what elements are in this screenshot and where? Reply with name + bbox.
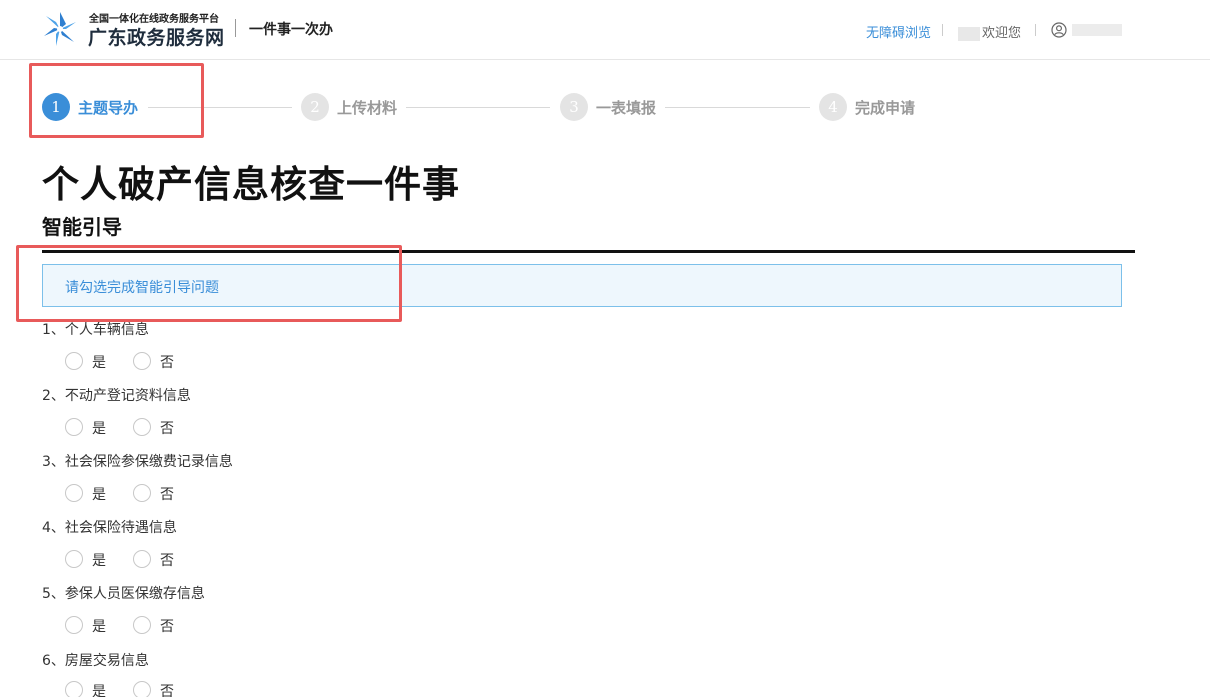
- step-number: 3: [560, 93, 588, 121]
- site-name[interactable]: 广东政务服务网: [88, 23, 225, 50]
- question-label: 6、房屋交易信息: [42, 653, 149, 669]
- question-item: 4、社会保险待遇信息 是 否: [42, 517, 642, 577]
- highlight-box: [16, 245, 402, 322]
- radio-button[interactable]: [65, 418, 83, 436]
- option-label: 是: [92, 421, 106, 437]
- radio-button[interactable]: [133, 418, 151, 436]
- nav-divider: [942, 24, 943, 36]
- question-item: 1、个人车辆信息 是 否: [42, 319, 642, 379]
- step-label: 完成申请: [855, 99, 916, 117]
- question-label: 1、个人车辆信息: [42, 322, 149, 338]
- question-item: 2、不动产登记资料信息 是 否: [42, 385, 642, 445]
- step-connector: [665, 107, 810, 108]
- question-label: 5、参保人员医保缴存信息: [42, 586, 205, 602]
- page-title: 个人破产信息核查一件事: [42, 163, 460, 206]
- radio-button[interactable]: [133, 550, 151, 568]
- welcome-text: 欢迎您: [958, 22, 1021, 41]
- step-label: 一表填报: [596, 99, 657, 117]
- option-label: 是: [92, 487, 106, 503]
- option-label: 否: [160, 355, 174, 371]
- accessibility-link[interactable]: 无障碍浏览: [866, 22, 931, 41]
- step-connector: [406, 107, 550, 108]
- option-label: 是: [92, 684, 106, 697]
- option-label: 否: [160, 421, 174, 437]
- radio-button[interactable]: [65, 550, 83, 568]
- logo-divider: [235, 19, 236, 37]
- question-item: 5、参保人员医保缴存信息 是 否: [42, 583, 642, 643]
- blurred-account-name[interactable]: [1072, 24, 1122, 36]
- radio-button[interactable]: [133, 484, 151, 502]
- welcome-label: 欢迎您: [982, 26, 1022, 41]
- option-label: 否: [160, 553, 174, 569]
- blurred-username: [958, 26, 980, 41]
- option-label: 否: [160, 684, 174, 697]
- step-number: 4: [819, 93, 847, 121]
- highlight-box: [29, 63, 204, 138]
- radio-button[interactable]: [133, 352, 151, 370]
- option-label: 否: [160, 619, 174, 635]
- question-label: 2、不动产登记资料信息: [42, 388, 191, 404]
- option-label: 是: [92, 619, 106, 635]
- question-label: 3、社会保险参保缴费记录信息: [42, 454, 233, 470]
- pinwheel-logo-icon[interactable]: [42, 10, 78, 48]
- question-label: 4、社会保险待遇信息: [42, 520, 177, 536]
- service-name[interactable]: 一件事一次办: [249, 19, 333, 39]
- radio-button[interactable]: [65, 616, 83, 634]
- radio-button[interactable]: [133, 681, 151, 697]
- section-title: 智能引导: [42, 215, 122, 239]
- top-header: 全国一体化在线政务服务平台 广东政务服务网 一件事一次办 无障碍浏览 欢迎您: [0, 0, 1210, 60]
- radio-button[interactable]: [65, 484, 83, 502]
- step-label: 上传材料: [337, 99, 398, 117]
- step-number: 2: [301, 93, 329, 121]
- question-item: 3、社会保险参保缴费记录信息 是 否: [42, 451, 642, 511]
- option-label: 是: [92, 553, 106, 569]
- radio-button[interactable]: [65, 681, 83, 697]
- option-label: 否: [160, 487, 174, 503]
- radio-button[interactable]: [65, 352, 83, 370]
- option-label: 是: [92, 355, 106, 371]
- user-icon[interactable]: [1051, 22, 1067, 38]
- question-item: 6、房屋交易信息 是 否: [42, 650, 642, 697]
- radio-button[interactable]: [133, 616, 151, 634]
- nav-divider: [1035, 24, 1036, 36]
